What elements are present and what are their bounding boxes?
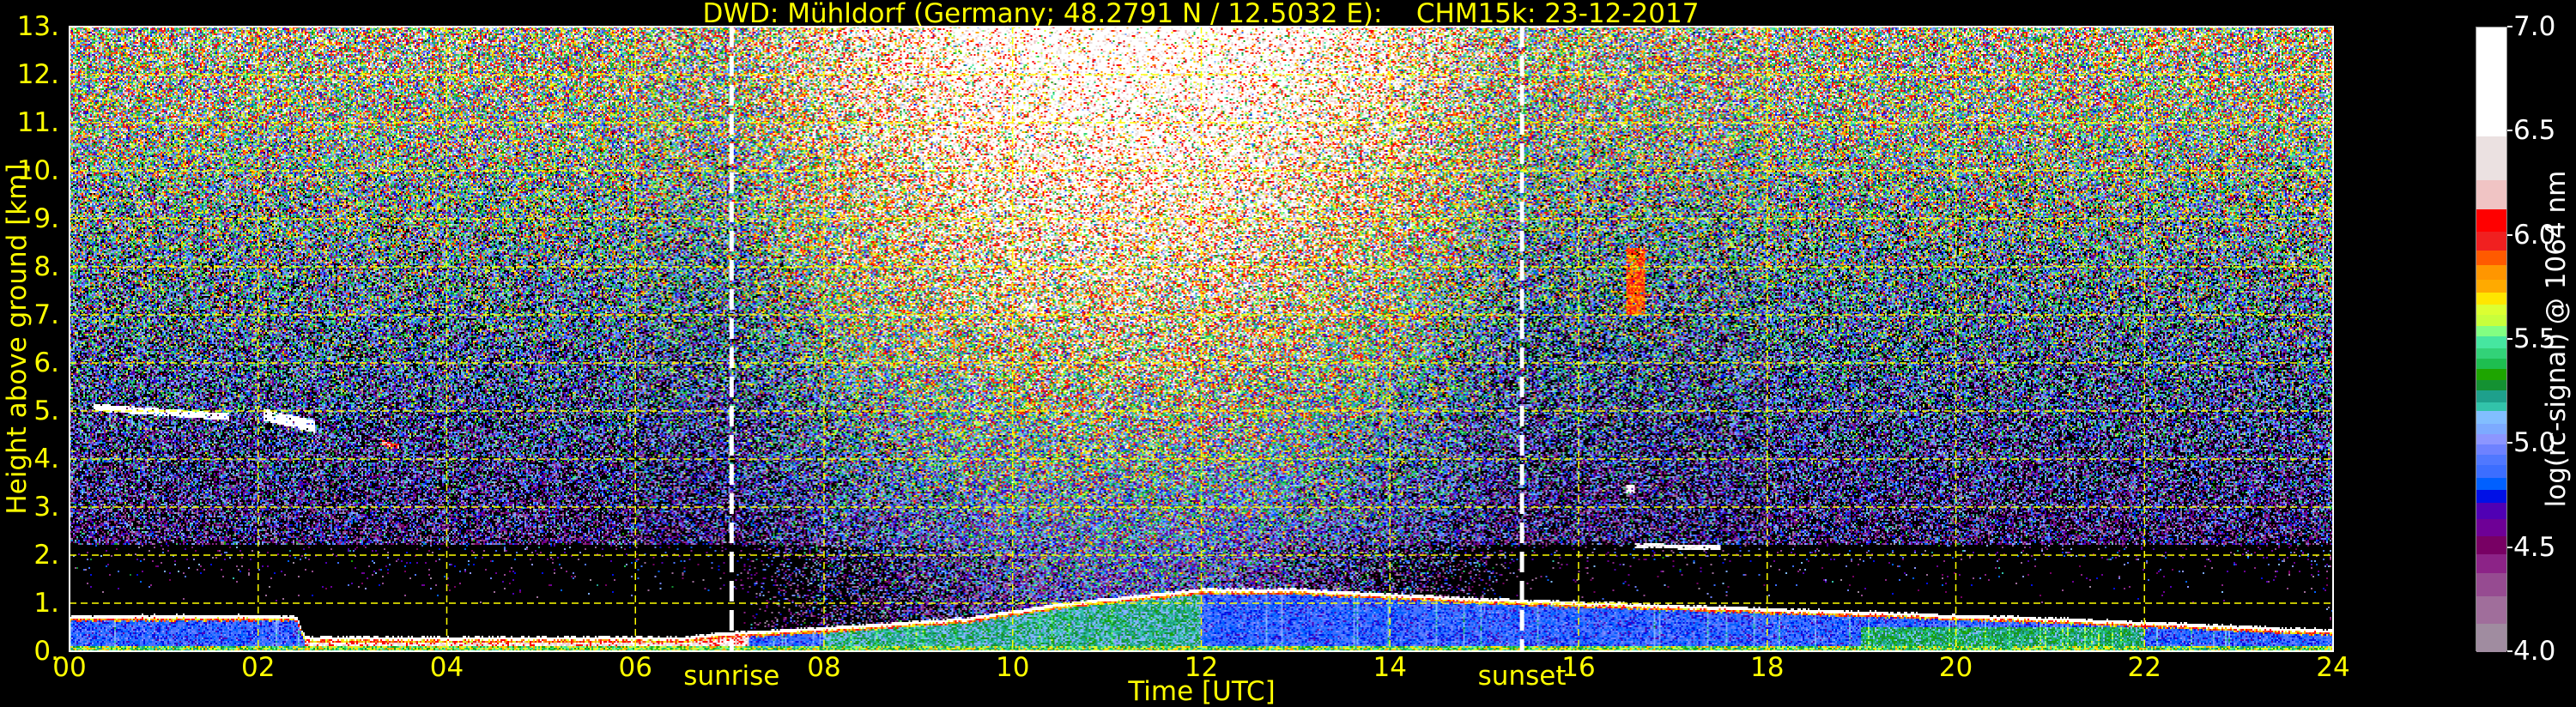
sunrise-label: sunrise — [683, 661, 780, 692]
x-tick-label: 16 — [1561, 652, 1596, 683]
y-tick-label: 13. — [16, 11, 59, 42]
plot-overlay — [69, 26, 2334, 652]
colorbar-band — [2476, 454, 2506, 466]
colorbar-tick-label: 4.5 — [2513, 531, 2556, 563]
colorbar-band — [2476, 410, 2506, 424]
colorbar-band — [2476, 623, 2506, 653]
y-tick-label: 9. — [33, 203, 59, 234]
colorbar-band — [2476, 368, 2506, 380]
colorbar — [2476, 27, 2507, 653]
colorbar-band — [2476, 423, 2506, 434]
colorbar-band — [2476, 179, 2506, 209]
y-tick-label: 3. — [33, 492, 59, 523]
colorbar-band — [2476, 304, 2506, 316]
x-tick-label: 22 — [2127, 652, 2161, 683]
colorbar-tick-label: 6.5 — [2513, 115, 2556, 147]
colorbar-band — [2476, 250, 2506, 266]
colorbar-band — [2476, 390, 2506, 403]
colorbar-band — [2476, 477, 2506, 491]
y-tick-label: 8. — [33, 251, 59, 282]
colorbar-band — [2476, 379, 2506, 390]
colorbar-band — [2476, 489, 2506, 503]
colorbar-tick-mark — [2507, 233, 2512, 236]
sunset-label: sunset — [1477, 661, 1567, 692]
colorbar-tick-mark — [2507, 130, 2512, 132]
x-tick-label: 08 — [807, 652, 841, 683]
plot-area — [69, 26, 2334, 652]
colorbar-band — [2476, 358, 2506, 370]
colorbar-tick-mark — [2507, 650, 2512, 652]
x-tick-label: 02 — [241, 652, 276, 683]
colorbar-band — [2476, 314, 2506, 326]
colorbar-band — [2476, 402, 2506, 411]
x-tick-label: 14 — [1373, 652, 1407, 683]
colorbar-band — [2476, 27, 2506, 136]
colorbar-band — [2476, 595, 2506, 624]
y-tick-label: 5. — [33, 396, 59, 426]
colorbar-tick-label: 7.0 — [2513, 11, 2556, 42]
y-tick-label: 4. — [33, 444, 59, 474]
colorbar-tick-mark — [2507, 26, 2512, 27]
chart-title: DWD: Mühldorf (Germany; 48.2791 N / 12.5… — [702, 0, 1700, 29]
y-tick-label: 11. — [16, 107, 59, 138]
colorbar-band — [2476, 553, 2506, 574]
colorbar-band — [2476, 136, 2506, 180]
x-axis-label: Time [UTC] — [1128, 676, 1276, 707]
colorbar-band — [2476, 208, 2506, 233]
colorbar-tick-mark — [2507, 546, 2512, 548]
colorbar-band — [2476, 325, 2506, 336]
colorbar-band — [2476, 347, 2506, 360]
colorbar-band — [2476, 279, 2506, 293]
x-tick-label: 00 — [52, 652, 87, 683]
colorbar-tick-mark — [2507, 442, 2512, 444]
colorbar-band — [2476, 518, 2506, 536]
colorbar-tick-label: 4.0 — [2513, 636, 2556, 667]
colorbar-band — [2476, 292, 2506, 305]
x-tick-label: 04 — [429, 652, 464, 683]
x-tick-label: 10 — [996, 652, 1030, 683]
y-tick-label: 12. — [16, 59, 59, 90]
x-tick-label: 18 — [1750, 652, 1785, 683]
y-axis-label: Height above ground [km] — [2, 163, 33, 515]
x-tick-label: 24 — [2316, 652, 2350, 683]
y-tick-label: 6. — [33, 347, 59, 378]
colorbar-band — [2476, 231, 2506, 251]
x-tick-label: 20 — [1938, 652, 1973, 683]
colorbar-band — [2476, 502, 2506, 520]
y-tick-label: 2. — [33, 540, 59, 571]
colorbar-label: log(rc-signal) @ 1064 nm — [2541, 170, 2572, 508]
colorbar-tick-mark — [2507, 338, 2512, 340]
colorbar-band — [2476, 444, 2506, 455]
colorbar-band — [2476, 335, 2506, 349]
colorbar-band — [2476, 572, 2506, 596]
y-tick-label: 1. — [33, 588, 59, 619]
colorbar-band — [2476, 464, 2506, 478]
y-tick-label: 7. — [33, 299, 59, 330]
colorbar-band — [2476, 433, 2506, 444]
colorbar-band — [2476, 264, 2506, 281]
x-tick-label: 06 — [618, 652, 652, 683]
colorbar-band — [2476, 535, 2506, 555]
